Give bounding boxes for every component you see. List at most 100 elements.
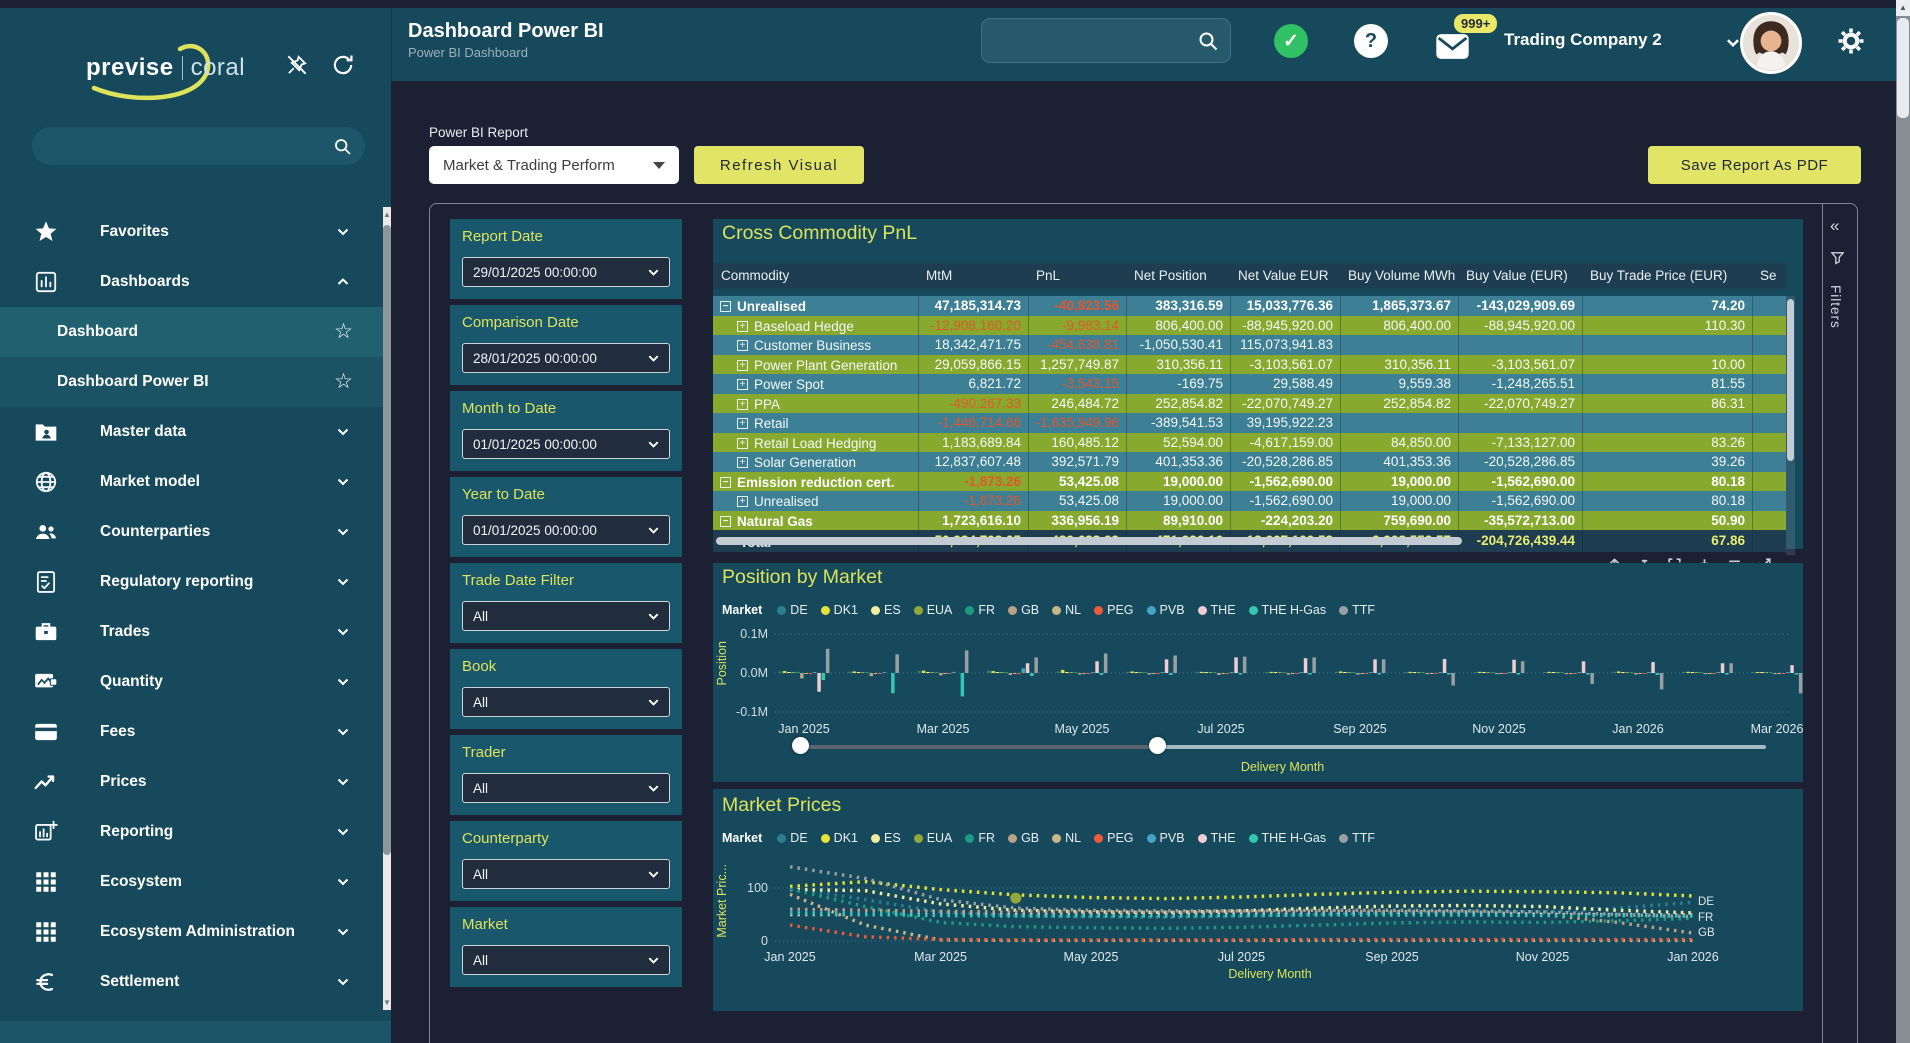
settings-gear-icon[interactable]: [1836, 26, 1866, 56]
sidebar-item-quantity[interactable]: Quantity: [0, 657, 383, 707]
collapse-icon[interactable]: −: [720, 301, 731, 312]
sidebar-scrollbar[interactable]: ▲ ▼: [383, 207, 391, 1010]
table-row[interactable]: +Baseload Hedge-12,908,160.20-9,983.1480…: [713, 316, 1786, 336]
chevron-down-icon[interactable]: [335, 674, 351, 690]
expand-icon[interactable]: +: [737, 438, 748, 449]
header-search-input[interactable]: [981, 18, 1231, 63]
funnel-icon[interactable]: [1830, 250, 1845, 265]
table-row[interactable]: +Retail-1,446,714.66-1,635,949.96-389,54…: [713, 413, 1786, 433]
chevron-down-icon[interactable]: [335, 774, 351, 790]
company-selector[interactable]: Trading Company 2: [1504, 30, 1662, 50]
filter-select-counterparty[interactable]: All: [462, 859, 670, 889]
refresh-visual-button[interactable]: Refresh Visual: [694, 146, 864, 184]
filter-select-year-to-date[interactable]: 01/01/2025 00:00:00: [462, 515, 670, 545]
scroll-up-icon[interactable]: ▲: [383, 210, 391, 219]
table-row[interactable]: −Emission reduction cert.-1,873.2653,425…: [713, 472, 1786, 492]
table-row[interactable]: +Power Plant Generation29,059,866.151,25…: [713, 355, 1786, 375]
table-row[interactable]: +Power Spot6,821.72-3,543.15-169.7529,58…: [713, 374, 1786, 394]
sidebar-item-ecosystem-administration[interactable]: Ecosystem Administration: [0, 907, 383, 957]
table-row[interactable]: +PPA-490,267.33246,484.72252,854.82-22,0…: [713, 394, 1786, 414]
report-select[interactable]: Market & Trading Perform: [429, 146, 679, 184]
sidebar-search-input[interactable]: [32, 127, 365, 165]
delivery-month-slider-range[interactable]: [800, 745, 1157, 749]
chevron-down-icon[interactable]: [335, 224, 351, 240]
page-scrollbar-thumb[interactable]: [1897, 18, 1909, 118]
table-hscroll-thumb[interactable]: [716, 537, 1462, 545]
filter-select-market[interactable]: All: [462, 945, 670, 975]
scroll-up-icon[interactable]: ▲: [1896, 0, 1910, 16]
slider-handle-left[interactable]: [792, 737, 809, 754]
sidebar-item-regulatory-reporting[interactable]: Regulatory reporting: [0, 557, 383, 607]
chevron-down-icon[interactable]: [335, 724, 351, 740]
column-header-net-value-eur[interactable]: Net Value EUR: [1230, 263, 1340, 289]
chevron-down-icon[interactable]: [335, 424, 351, 440]
chevron-down-icon[interactable]: [335, 974, 351, 990]
expand-icon[interactable]: +: [737, 418, 748, 429]
expand-icon[interactable]: +: [737, 399, 748, 410]
column-header-buy-volume-mwh[interactable]: Buy Volume MWh: [1340, 263, 1458, 289]
column-header-commodity[interactable]: Commodity: [713, 263, 918, 289]
table-row[interactable]: +Retail Load Hedging1,183,689.84160,485.…: [713, 433, 1786, 453]
scroll-down-icon[interactable]: ▼: [383, 998, 391, 1007]
table-row[interactable]: −Natural Gas1,723,616.10336,956.1989,910…: [713, 511, 1786, 531]
sidebar-item-dashboard[interactable]: Dashboard☆: [0, 307, 383, 357]
chevron-up-icon[interactable]: [335, 274, 351, 290]
expand-icon[interactable]: +: [737, 379, 748, 390]
chevron-down-icon[interactable]: [335, 574, 351, 590]
column-header-mtm[interactable]: MtM: [918, 263, 1028, 289]
column-header-buy-value-eur[interactable]: Buy Value (EUR): [1458, 263, 1582, 289]
sidebar-item-dashboard-power-bi[interactable]: Dashboard Power BI☆: [0, 357, 383, 407]
sidebar-item-fees[interactable]: Fees: [0, 707, 383, 757]
chevron-down-icon[interactable]: [335, 874, 351, 890]
chevron-down-icon[interactable]: [335, 624, 351, 640]
column-header-net-position[interactable]: Net Position: [1126, 263, 1230, 289]
unpin-sidebar-icon[interactable]: [284, 52, 310, 78]
table-vscroll-thumb[interactable]: [1787, 299, 1794, 461]
collapse-pane-icon[interactable]: «: [1830, 216, 1839, 236]
table-row[interactable]: +Unrealised-1,873.2653,425.0819,000.00-1…: [713, 491, 1786, 511]
filters-pane-label[interactable]: Filters: [1828, 285, 1843, 329]
favorite-star-icon[interactable]: ☆: [334, 369, 353, 394]
filter-select-month-to-date[interactable]: 01/01/2025 00:00:00: [462, 429, 670, 459]
sidebar-item-master-data[interactable]: Master data: [0, 407, 383, 457]
expand-icon[interactable]: +: [737, 496, 748, 507]
table-row[interactable]: +Solar Generation12,837,607.48392,571.79…: [713, 452, 1786, 472]
filter-select-trade-date-filter[interactable]: All: [462, 601, 670, 631]
table-vertical-scrollbar[interactable]: [1786, 296, 1795, 555]
table-row[interactable]: +Customer Business18,342,471.75-454,638.…: [713, 335, 1786, 355]
sidebar-item-reporting[interactable]: Reporting: [0, 807, 383, 857]
help-icon[interactable]: ?: [1354, 24, 1388, 58]
chevron-down-icon[interactable]: [335, 524, 351, 540]
table-horizontal-scrollbar[interactable]: [715, 537, 1795, 546]
column-header-pnl[interactable]: PnL: [1028, 263, 1126, 289]
column-header-se[interactable]: Se: [1752, 263, 1786, 289]
table-row[interactable]: −Unrealised47,185,314.73-40,823.56383,31…: [713, 296, 1786, 316]
collapse-icon[interactable]: −: [720, 477, 731, 488]
sidebar-item-counterparties[interactable]: Counterparties: [0, 507, 383, 557]
filter-select-trader[interactable]: All: [462, 773, 670, 803]
expand-icon[interactable]: +: [737, 340, 748, 351]
expand-icon[interactable]: +: [737, 360, 748, 371]
expand-icon[interactable]: +: [737, 457, 748, 468]
sidebar-item-ecosystem[interactable]: Ecosystem: [0, 857, 383, 907]
status-ok-icon[interactable]: ✓: [1274, 24, 1308, 58]
filter-select-book[interactable]: All: [462, 687, 670, 717]
sidebar-scrollbar-thumb[interactable]: [383, 225, 391, 855]
filter-select-comparison-date[interactable]: 28/01/2025 00:00:00: [462, 343, 670, 373]
chevron-down-icon[interactable]: [335, 474, 351, 490]
chevron-down-icon[interactable]: [335, 924, 351, 940]
column-header-buy-trade-price-eur[interactable]: Buy Trade Price (EUR): [1582, 263, 1752, 289]
page-scrollbar[interactable]: ▲: [1896, 0, 1910, 1043]
sidebar-item-favorites[interactable]: Favorites: [0, 207, 383, 257]
save-report-pdf-button[interactable]: Save Report As PDF: [1648, 146, 1861, 184]
sidebar-item-settlement[interactable]: Settlement: [0, 957, 383, 1007]
filter-select-report-date[interactable]: 29/01/2025 00:00:00: [462, 257, 670, 287]
avatar[interactable]: [1740, 12, 1802, 74]
refresh-icon[interactable]: [330, 52, 356, 78]
collapse-icon[interactable]: −: [720, 516, 731, 527]
expand-icon[interactable]: +: [737, 321, 748, 332]
sidebar-item-market-model[interactable]: Market model: [0, 457, 383, 507]
chevron-down-icon[interactable]: [335, 824, 351, 840]
sidebar-item-trades[interactable]: Trades: [0, 607, 383, 657]
sidebar-item-dashboards[interactable]: Dashboards: [0, 257, 383, 307]
